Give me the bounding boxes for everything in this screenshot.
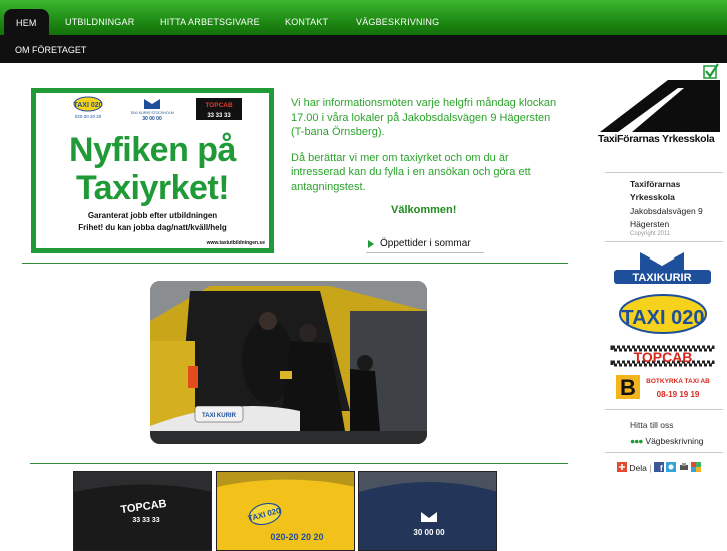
partner-logo-botkyrka[interactable]: B BOTKYRKA TAXI AB 08-19 19 19 (610, 373, 715, 401)
partner-logos-strip: TAXI 020 020-20 20 20 TAXI KURIR STOCKHO… (73, 96, 242, 122)
main-photo: TAXI KURIR (150, 281, 427, 444)
twitter-icon[interactable] (666, 462, 677, 472)
nav-item-hem[interactable]: HEM (4, 9, 49, 35)
sidebar-divider (605, 172, 723, 173)
route-label: Vägbeskrivning (645, 436, 704, 446)
taxi020-car-thumb: TAXI 020 020-20 20 20 (217, 472, 354, 550)
taxi020-car-phone: 020-20 20 20 (270, 532, 323, 542)
taxi020-logo-small: TAXI 020 020-20 20 20 (73, 96, 103, 119)
share-label[interactable]: Dela (629, 463, 646, 473)
share-bar: Dela | f (617, 462, 701, 474)
address-name-2: Yrkesskola (630, 191, 675, 202)
taxikurir-logo-small: TAXI KURIR STOCKHOLM 30 00 00 (130, 99, 174, 122)
partner-logo-topcab[interactable]: TOPCAB (610, 345, 715, 367)
plus-icon[interactable] (617, 462, 627, 472)
nav-item-utbildningar[interactable]: UTBILDNINGAR (65, 0, 134, 35)
topcab-partner-label: TOPCAB (634, 349, 693, 365)
ad-headline-2: Taxiyrket! (75, 169, 230, 207)
topcab-car-phone: 33 33 33 (132, 517, 159, 524)
nav-item-kontakt[interactable]: KONTAKT (285, 0, 328, 35)
sidebar-divider (605, 452, 723, 453)
school-logo-text: TaxiFörarnas Yrkesskola (598, 133, 715, 145)
nav-item-vagbeskrivning[interactable]: VÄGBESKRIVNING (356, 0, 439, 35)
gallery-thumb-topcab[interactable]: TOPCAB 33 33 33 (73, 471, 212, 551)
route-link[interactable]: ●●● Vägbeskrivning (630, 436, 704, 446)
topcab-small-label: TOPCAB (205, 102, 233, 109)
taxikurir-small-phone: 30 00 00 (142, 116, 162, 122)
taxikurir-partner-label: TAXIKURIR (632, 272, 691, 284)
ad-url: www.taxiutbildningen.se (206, 240, 265, 246)
copyright-text: Copyright 2011 (630, 231, 671, 237)
partner-logo-taxikurir[interactable]: TAXIKURIR (610, 250, 715, 290)
taxikurir-car-phone: 30 00 00 (413, 528, 445, 537)
info-paragraph-2: Då berättar vi mer om taxiyrket och om d… (291, 151, 531, 193)
print-icon[interactable] (679, 462, 689, 472)
gallery-thumb-taxi020[interactable]: TAXI 020 020-20 20 20 (216, 471, 355, 551)
address-city: Hägersten (630, 218, 670, 229)
separator: | (649, 463, 652, 473)
botkyrka-partner-label: BOTKYRKA TAXI AB (646, 378, 710, 385)
nav-item-hitta-arbetsgivare[interactable]: HITTA ARBETSGIVARE (160, 0, 260, 35)
info-text: Vi har informationsmöten varje helgfri m… (291, 96, 561, 194)
info-paragraph-1: Vi har informationsmöten varje helgfri m… (291, 97, 557, 138)
facebook-icon[interactable]: f (653, 462, 664, 473)
topcab-logo-small: TOPCAB 33 33 33 (196, 98, 242, 120)
ad-headline-1: Nyfiken på (69, 131, 236, 169)
taxi020-small-phone: 020-20 20 20 (75, 114, 102, 119)
welcome-text: Välkommen! (391, 204, 457, 216)
photo-taxi-sign: TAXI KURIR (202, 413, 237, 419)
address-street: Jakobsdalsvägen 9 (630, 206, 703, 216)
sub-nav: OM FÖRETAGET (0, 35, 727, 63)
topcab-car-thumb: TOPCAB 33 33 33 (74, 472, 211, 550)
divider (22, 263, 568, 264)
botkyrka-partner-phone: 08-19 19 19 (657, 390, 700, 399)
find-us-link[interactable]: Hitta till oss (630, 420, 673, 430)
play-arrow-icon (368, 240, 374, 248)
subnav-item-om-foretaget[interactable]: OM FÖRETAGET (15, 35, 86, 66)
divider (30, 463, 568, 464)
svg-text:B: B (620, 375, 636, 400)
taxi-career-ad[interactable]: TAXI 020 020-20 20 20 TAXI KURIR STOCKHO… (31, 88, 274, 253)
summer-hours-link[interactable]: Öppettider i sommar (366, 236, 484, 253)
more-share-icon[interactable] (690, 462, 701, 472)
main-nav: HEM UTBILDNINGAR HITTA ARBETSGIVARE KONT… (0, 0, 727, 35)
sidebar-divider (605, 241, 723, 242)
taxikurir-small-label: TAXI KURIR STOCKHOLM (130, 111, 174, 115)
address-name-1: Taxiförarnas (630, 179, 681, 189)
address-block: Taxiförarnas Yrkesskola Jakobsdalsvägen … (630, 178, 703, 230)
dots-icon: ●●● (630, 436, 643, 446)
topcab-small-phone: 33 33 33 (207, 113, 231, 119)
taxi020-partner-label: TAXI 020 (622, 307, 705, 329)
taxi-photo-illustration: TAXI KURIR (150, 281, 427, 444)
summer-hours-label: Öppettider i sommar (380, 238, 471, 249)
ad-line-2: Frihet! du kan jobba dag/natt/kväll/helg (78, 223, 227, 232)
svg-text:f: f (660, 464, 663, 472)
sidebar-divider (605, 409, 723, 410)
ad-line-1: Garanterat jobb efter utbildningen (87, 211, 218, 220)
partner-logo-taxi020[interactable]: TAXI 020 (610, 293, 715, 335)
taxi020-small-label: TAXI 020 (73, 102, 102, 109)
gallery-thumb-taxikurir[interactable]: 30 00 00 (358, 471, 497, 551)
taxikurir-car-thumb: 30 00 00 (359, 472, 496, 550)
